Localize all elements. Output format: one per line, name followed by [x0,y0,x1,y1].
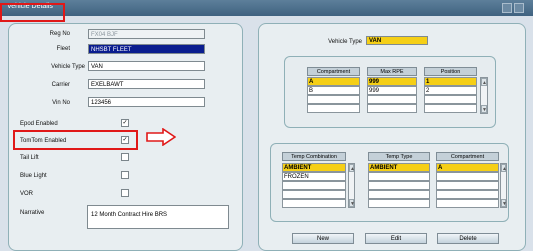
table-cell[interactable] [368,199,430,208]
scroll-down-icon[interactable]: ▼ [501,199,507,207]
fleet-label: Fleet [56,46,70,52]
scroll-up-icon[interactable]: ▲ [481,78,487,86]
table-cell[interactable] [368,181,430,190]
table-cell[interactable] [424,95,477,104]
carrier-label: Carrier [51,82,70,88]
new-button[interactable]: New [292,233,354,244]
delete-button[interactable]: Delete [437,233,499,244]
table-cell[interactable]: 1 [424,77,477,86]
tail-lift-checkbox[interactable] [121,153,129,161]
max-rpe-header: Max RPE [367,67,417,76]
table-cell[interactable]: 999 [367,77,417,86]
temp-type-header: Temp Type [368,152,430,161]
right-vehicle-type-label: Vehicle Type [328,39,362,45]
maximize-button[interactable] [514,3,524,13]
carrier-field[interactable]: EXELBAWT [88,79,205,89]
temps-scrollbar[interactable]: ▲ ▼ [500,163,507,208]
blue-light-checkbox[interactable] [121,171,129,179]
vehicle-type-label: Vehicle Type [51,64,85,70]
table-cell[interactable] [368,190,430,199]
table-cell[interactable] [282,190,346,199]
tail-lift-label: Tail Lift [20,155,39,161]
table-cell[interactable]: FROZEN [282,172,346,181]
table-cell[interactable] [282,181,346,190]
table-cell[interactable] [367,104,417,113]
table-cell[interactable] [307,95,360,104]
epod-enabled-label: Epod Enabled [20,121,58,127]
vor-label: VOR [20,191,34,197]
table-cell[interactable] [424,104,477,113]
table-cell[interactable] [367,95,417,104]
table-cell[interactable]: A [307,77,360,86]
table-cell[interactable]: AMBIENT [368,163,430,172]
vehicle-type-field[interactable]: VAN [88,61,205,71]
arrow-right-icon [146,128,176,146]
temp-combination-scrollbar[interactable]: ▲ ▼ [348,163,355,208]
compartments-scrollbar[interactable]: ▲ ▼ [480,77,488,114]
table-cell[interactable] [436,172,499,181]
scroll-down-icon[interactable]: ▼ [481,105,487,113]
table-cell[interactable] [436,181,499,190]
table-cell[interactable] [368,172,430,181]
title-highlight-box [0,3,65,22]
scroll-up-icon[interactable]: ▲ [349,164,355,172]
scroll-down-icon[interactable]: ▼ [349,199,355,207]
edit-button[interactable]: Edit [365,233,427,244]
position-header: Position [424,67,477,76]
table-cell[interactable] [282,199,346,208]
vin-no-field[interactable]: 123456 [88,97,205,107]
vor-checkbox[interactable] [121,189,129,197]
table-cell[interactable]: AMBIENT [282,163,346,172]
temp-combination-header: Temp Combination [282,152,346,161]
table-cell[interactable]: 2 [424,86,477,95]
table-cell[interactable]: 999 [367,86,417,95]
blue-light-label: Blue Light [20,173,47,179]
table-cell[interactable] [307,104,360,113]
scroll-up-icon[interactable]: ▲ [501,164,507,172]
compartment-header: Compartment [307,67,360,76]
window-title-bar [0,0,533,16]
fleet-field[interactable]: NHSBT FLEET [88,44,205,54]
tomtom-highlight-box [13,130,138,150]
epod-enabled-checkbox[interactable]: ✓ [121,119,129,127]
narrative-label: Narrative [20,210,45,216]
minimize-button[interactable] [502,3,512,13]
vin-no-label: Vin No [52,100,70,106]
table-cell[interactable]: A [436,163,499,172]
reg-no-field[interactable]: FX04 BJF [88,29,205,39]
table-cell[interactable] [436,199,499,208]
reg-no-label: Reg No [49,31,70,37]
narrative-field[interactable]: 12 Month Contract Hire BRS [87,205,229,229]
table-cell[interactable] [436,190,499,199]
right-vehicle-type-field[interactable]: VAN [366,36,428,45]
temp-compartment-header: Compartment [436,152,499,161]
table-cell[interactable]: B [307,86,360,95]
